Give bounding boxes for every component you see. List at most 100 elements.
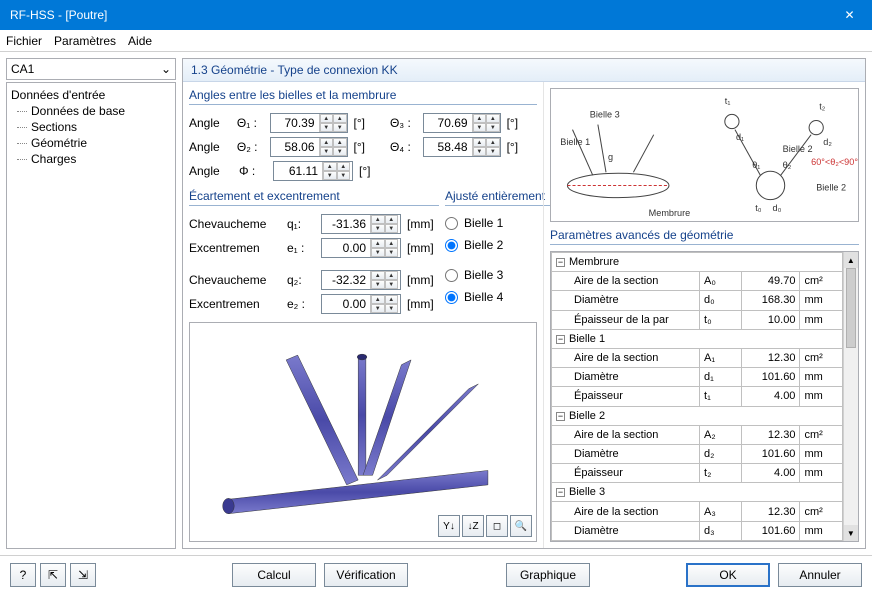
input-theta2[interactable]: ▲▼▲▼ [270, 137, 348, 157]
graph-button[interactable]: Graphique [506, 563, 590, 587]
menu-params[interactable]: Paramètres [54, 34, 116, 48]
svg-text:g: g [608, 152, 613, 162]
radio-bielle2-label: Bielle 2 [464, 238, 503, 252]
advparams-title: Paramètres avancés de géométrie [550, 228, 859, 245]
input-phi-field[interactable] [274, 164, 322, 178]
table-row: −Bielle 3 [552, 483, 843, 502]
tree-root[interactable]: Données d'entrée [9, 87, 173, 103]
verif-button[interactable]: Vérification [324, 563, 408, 587]
case-combo[interactable]: CA1 ⌄ [6, 58, 176, 80]
table-row: Aire de la sectionA₁12.30cm² [552, 348, 843, 367]
radio-bielle4-label: Bielle 4 [464, 290, 503, 304]
next-button[interactable]: ⇲ [70, 563, 96, 587]
menu-file[interactable]: Fichier [6, 34, 42, 48]
unit-mm: [mm] [407, 217, 439, 231]
table-row: Épaisseurt₁4.00mm [552, 387, 843, 406]
unit-deg: [°] [359, 164, 391, 178]
input-theta4-field[interactable] [424, 140, 472, 154]
panel-header: 1.3 Géométrie - Type de connexion KK [183, 59, 865, 82]
input-q1-field[interactable] [322, 217, 370, 231]
menu-help[interactable]: Aide [128, 34, 152, 48]
cancel-button[interactable]: Annuler [778, 563, 862, 587]
input-e1[interactable]: ▲▼▲▼ [321, 238, 401, 258]
combo-value: CA1 [11, 62, 34, 76]
unit-deg: [°] [507, 116, 537, 130]
close-button[interactable]: ✕ [827, 0, 872, 30]
svg-text:Membrure: Membrure [649, 208, 691, 218]
table-row: Diamètred₃101.60mm [552, 521, 843, 540]
sym-theta4: Θ₄ : [390, 140, 417, 154]
svg-text:Bielle 2: Bielle 2 [816, 183, 846, 193]
input-theta2-field[interactable] [271, 140, 319, 154]
advparams-table: −MembrureAire de la sectionA₀49.70cm²Dia… [551, 252, 843, 541]
scroll-thumb[interactable] [846, 268, 856, 348]
svg-text:60°<θ₂<90°: 60°<θ₂<90° [811, 157, 858, 167]
radio-bielle2[interactable] [445, 239, 458, 252]
viz-btn-y[interactable]: Y↓ [438, 515, 460, 537]
radio-bielle3[interactable] [445, 269, 458, 282]
svg-text:Bielle 3: Bielle 3 [590, 109, 620, 119]
input-theta1[interactable]: ▲▼▲▼ [270, 113, 348, 133]
viz-btn-z[interactable]: ↓Z [462, 515, 484, 537]
tree-item-base[interactable]: Données de base [9, 103, 173, 119]
svg-text:Bielle 2: Bielle 2 [783, 144, 813, 154]
tree-item-loads[interactable]: Charges [9, 151, 173, 167]
table-row: Diamètred₁101.60mm [552, 368, 843, 387]
input-e2-field[interactable] [322, 297, 370, 311]
radio-bielle1[interactable] [445, 217, 458, 230]
input-phi[interactable]: ▲▼▲▼ [273, 161, 353, 181]
table-row: −Bielle 2 [552, 406, 843, 425]
tree-item-sections[interactable]: Sections [9, 119, 173, 135]
svg-text:t₂: t₂ [819, 101, 826, 111]
calc-button[interactable]: Calcul [232, 563, 316, 587]
advparams-table-wrap: −MembrureAire de la sectionA₀49.70cm²Dia… [550, 251, 859, 542]
sym-theta2: Θ₂ : [237, 140, 264, 154]
svg-text:θ₁: θ₁ [752, 160, 760, 170]
diagram: Bielle 1 Bielle 3 Bielle 2 Bielle 2 Memb… [550, 88, 859, 222]
scroll-up-icon[interactable]: ▲ [844, 252, 858, 268]
group-gap-title: Écartement et excentrement [189, 189, 439, 206]
close-icon: ✕ [844, 8, 854, 22]
sym-q1: q₁: [287, 217, 315, 231]
tree-item-geometry[interactable]: Géométrie [9, 135, 173, 151]
scrollbar[interactable]: ▲ ▼ [843, 252, 858, 541]
viz-3d[interactable]: Y↓ ↓Z ◻ 🔍 [189, 322, 537, 542]
input-theta1-field[interactable] [271, 116, 319, 130]
table-row: Aire de la sectionA₃12.30cm² [552, 502, 843, 521]
label-angle: Angle [189, 116, 231, 130]
label-e2: Excentremen [189, 297, 281, 311]
input-q2-field[interactable] [322, 273, 370, 287]
help-button[interactable]: ? [10, 563, 36, 587]
svg-text:t₁: t₁ [725, 96, 731, 106]
label-angle: Angle [189, 140, 231, 154]
input-e1-field[interactable] [322, 241, 370, 255]
table-row: Épaisseur de la part₀10.00mm [552, 310, 843, 329]
svg-text:d₀: d₀ [773, 203, 782, 213]
group-angles-title: Angles entre les bielles et la membrure [189, 88, 537, 105]
table-row: −Bielle 1 [552, 329, 843, 348]
input-q2[interactable]: ▲▼▲▼ [321, 270, 401, 290]
window-title: RF-HSS - [Poutre] [10, 8, 107, 22]
sym-theta3: Θ₃ : [390, 116, 417, 130]
input-theta4[interactable]: ▲▼▲▼ [423, 137, 501, 157]
viz-btn-iso[interactable]: ◻ [486, 515, 508, 537]
titlebar: RF-HSS - [Poutre] ✕ [0, 0, 872, 30]
table-row: Épaisseurt₂4.00mm [552, 464, 843, 483]
input-theta3-field[interactable] [424, 116, 472, 130]
ok-button[interactable]: OK [686, 563, 770, 587]
scroll-down-icon[interactable]: ▼ [844, 525, 858, 541]
viz-btn-zoom[interactable]: 🔍 [510, 515, 532, 537]
group-gap: Écartement et excentrement Chevaucheme q… [189, 189, 439, 316]
label-q1: Chevaucheme [189, 217, 281, 231]
nav-tree: Données d'entrée Données de base Section… [6, 82, 176, 549]
input-q1[interactable]: ▲▼▲▼ [321, 214, 401, 234]
input-e2[interactable]: ▲▼▲▼ [321, 294, 401, 314]
svg-text:d₂: d₂ [823, 137, 832, 147]
svg-text:θ₂: θ₂ [783, 160, 792, 170]
viz-svg [190, 323, 536, 541]
label-q2: Chevaucheme [189, 273, 281, 287]
sym-e1: e₁ : [287, 241, 315, 255]
input-theta3[interactable]: ▲▼▲▼ [423, 113, 501, 133]
prev-button[interactable]: ⇱ [40, 563, 66, 587]
radio-bielle4[interactable] [445, 291, 458, 304]
